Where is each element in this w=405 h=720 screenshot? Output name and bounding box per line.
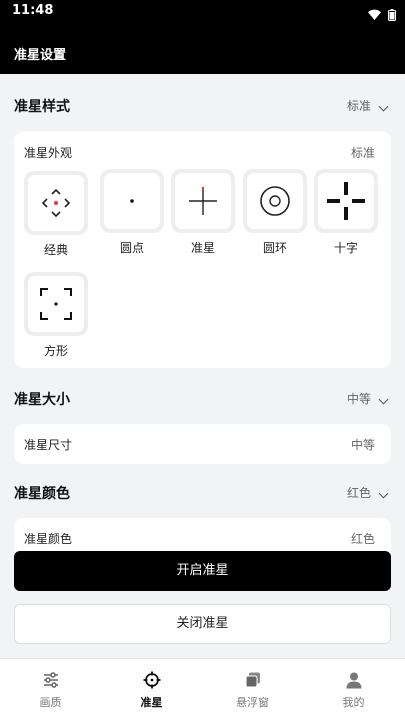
style-section-value: 标准 (346, 99, 371, 113)
nav-item-crosshair[interactable]: 准星 (101, 659, 202, 720)
open-crosshair-button[interactable]: 开启准星 (14, 551, 391, 591)
chevron-down-icon (378, 488, 389, 499)
nav-item-me[interactable]: 我的 (303, 659, 404, 720)
style-option-label: 方形 (43, 344, 68, 358)
battery-icon (388, 6, 396, 25)
crosshair-icon (143, 671, 160, 689)
style-option-ring[interactable]: 圆环 (243, 169, 307, 256)
appearance-value: 标准 (350, 146, 375, 160)
person-icon (346, 672, 361, 689)
style-card: 准星外观 标准 经典 圆点 准星 圆环 十字 方形 (14, 131, 391, 368)
cross-crosshair-icon (189, 186, 217, 215)
style-option-dot[interactable]: 圆点 (100, 169, 164, 256)
style-option-label: 圆点 (119, 241, 144, 255)
nav-item-floating-window[interactable]: 悬浮窗 (202, 659, 303, 720)
bottom-nav: 画质 准星 悬浮窗 我的 (0, 658, 405, 720)
ring-crosshair-icon (260, 186, 290, 216)
nav-label: 悬浮窗 (236, 696, 269, 709)
status-time: 11:48 (12, 3, 54, 18)
color-section-title: 准星颜色 (14, 486, 70, 502)
nav-label: 画质 (39, 696, 62, 709)
app-bar: 准星设置 (0, 28, 405, 74)
nav-label: 准星 (140, 696, 163, 709)
style-option-cross[interactable]: 准星 (171, 169, 235, 256)
style-option-classic[interactable]: 经典 (24, 171, 88, 258)
classic-crosshair-icon (41, 188, 71, 218)
style-option-label: 圆环 (262, 241, 287, 255)
style-section-header[interactable]: 准星样式 标准 (14, 94, 391, 118)
wifi-icon (368, 5, 381, 24)
plus-crosshair-icon (327, 182, 365, 220)
chevron-down-icon (378, 101, 389, 112)
style-section-title: 准星样式 (14, 99, 70, 115)
floating-window-icon (245, 672, 260, 688)
color-value: 红色 (350, 532, 375, 546)
size-value: 中等 (350, 438, 375, 452)
color-section-header[interactable]: 准星颜色 红色 (14, 481, 391, 505)
square-crosshair-icon (40, 288, 72, 320)
appearance-label: 准星外观 (24, 146, 73, 160)
sliders-icon (43, 672, 58, 688)
nav-item-quality[interactable]: 画质 (0, 659, 101, 720)
size-section-header[interactable]: 准星大小 中等 (14, 387, 391, 411)
dot-crosshair-icon (130, 199, 134, 203)
size-section-value: 中等 (346, 392, 371, 406)
style-option-plus[interactable]: 十字 (314, 169, 378, 256)
style-option-label: 经典 (43, 243, 68, 257)
status-bar: 11:48 (0, 0, 405, 28)
nav-label: 我的 (342, 696, 365, 709)
size-card[interactable]: 准星尺寸 中等 (14, 424, 391, 464)
chevron-down-icon (378, 394, 389, 405)
size-section-title: 准星大小 (14, 392, 70, 408)
color-label: 准星颜色 (24, 532, 73, 546)
page-title: 准星设置 (14, 48, 67, 63)
style-option-square[interactable]: 方形 (24, 272, 88, 359)
color-section-value: 红色 (346, 486, 371, 500)
size-label: 准星尺寸 (24, 438, 73, 452)
close-crosshair-button[interactable]: 关闭准星 (14, 604, 391, 644)
style-option-label: 准星 (190, 241, 215, 255)
style-option-label: 十字 (333, 241, 358, 255)
